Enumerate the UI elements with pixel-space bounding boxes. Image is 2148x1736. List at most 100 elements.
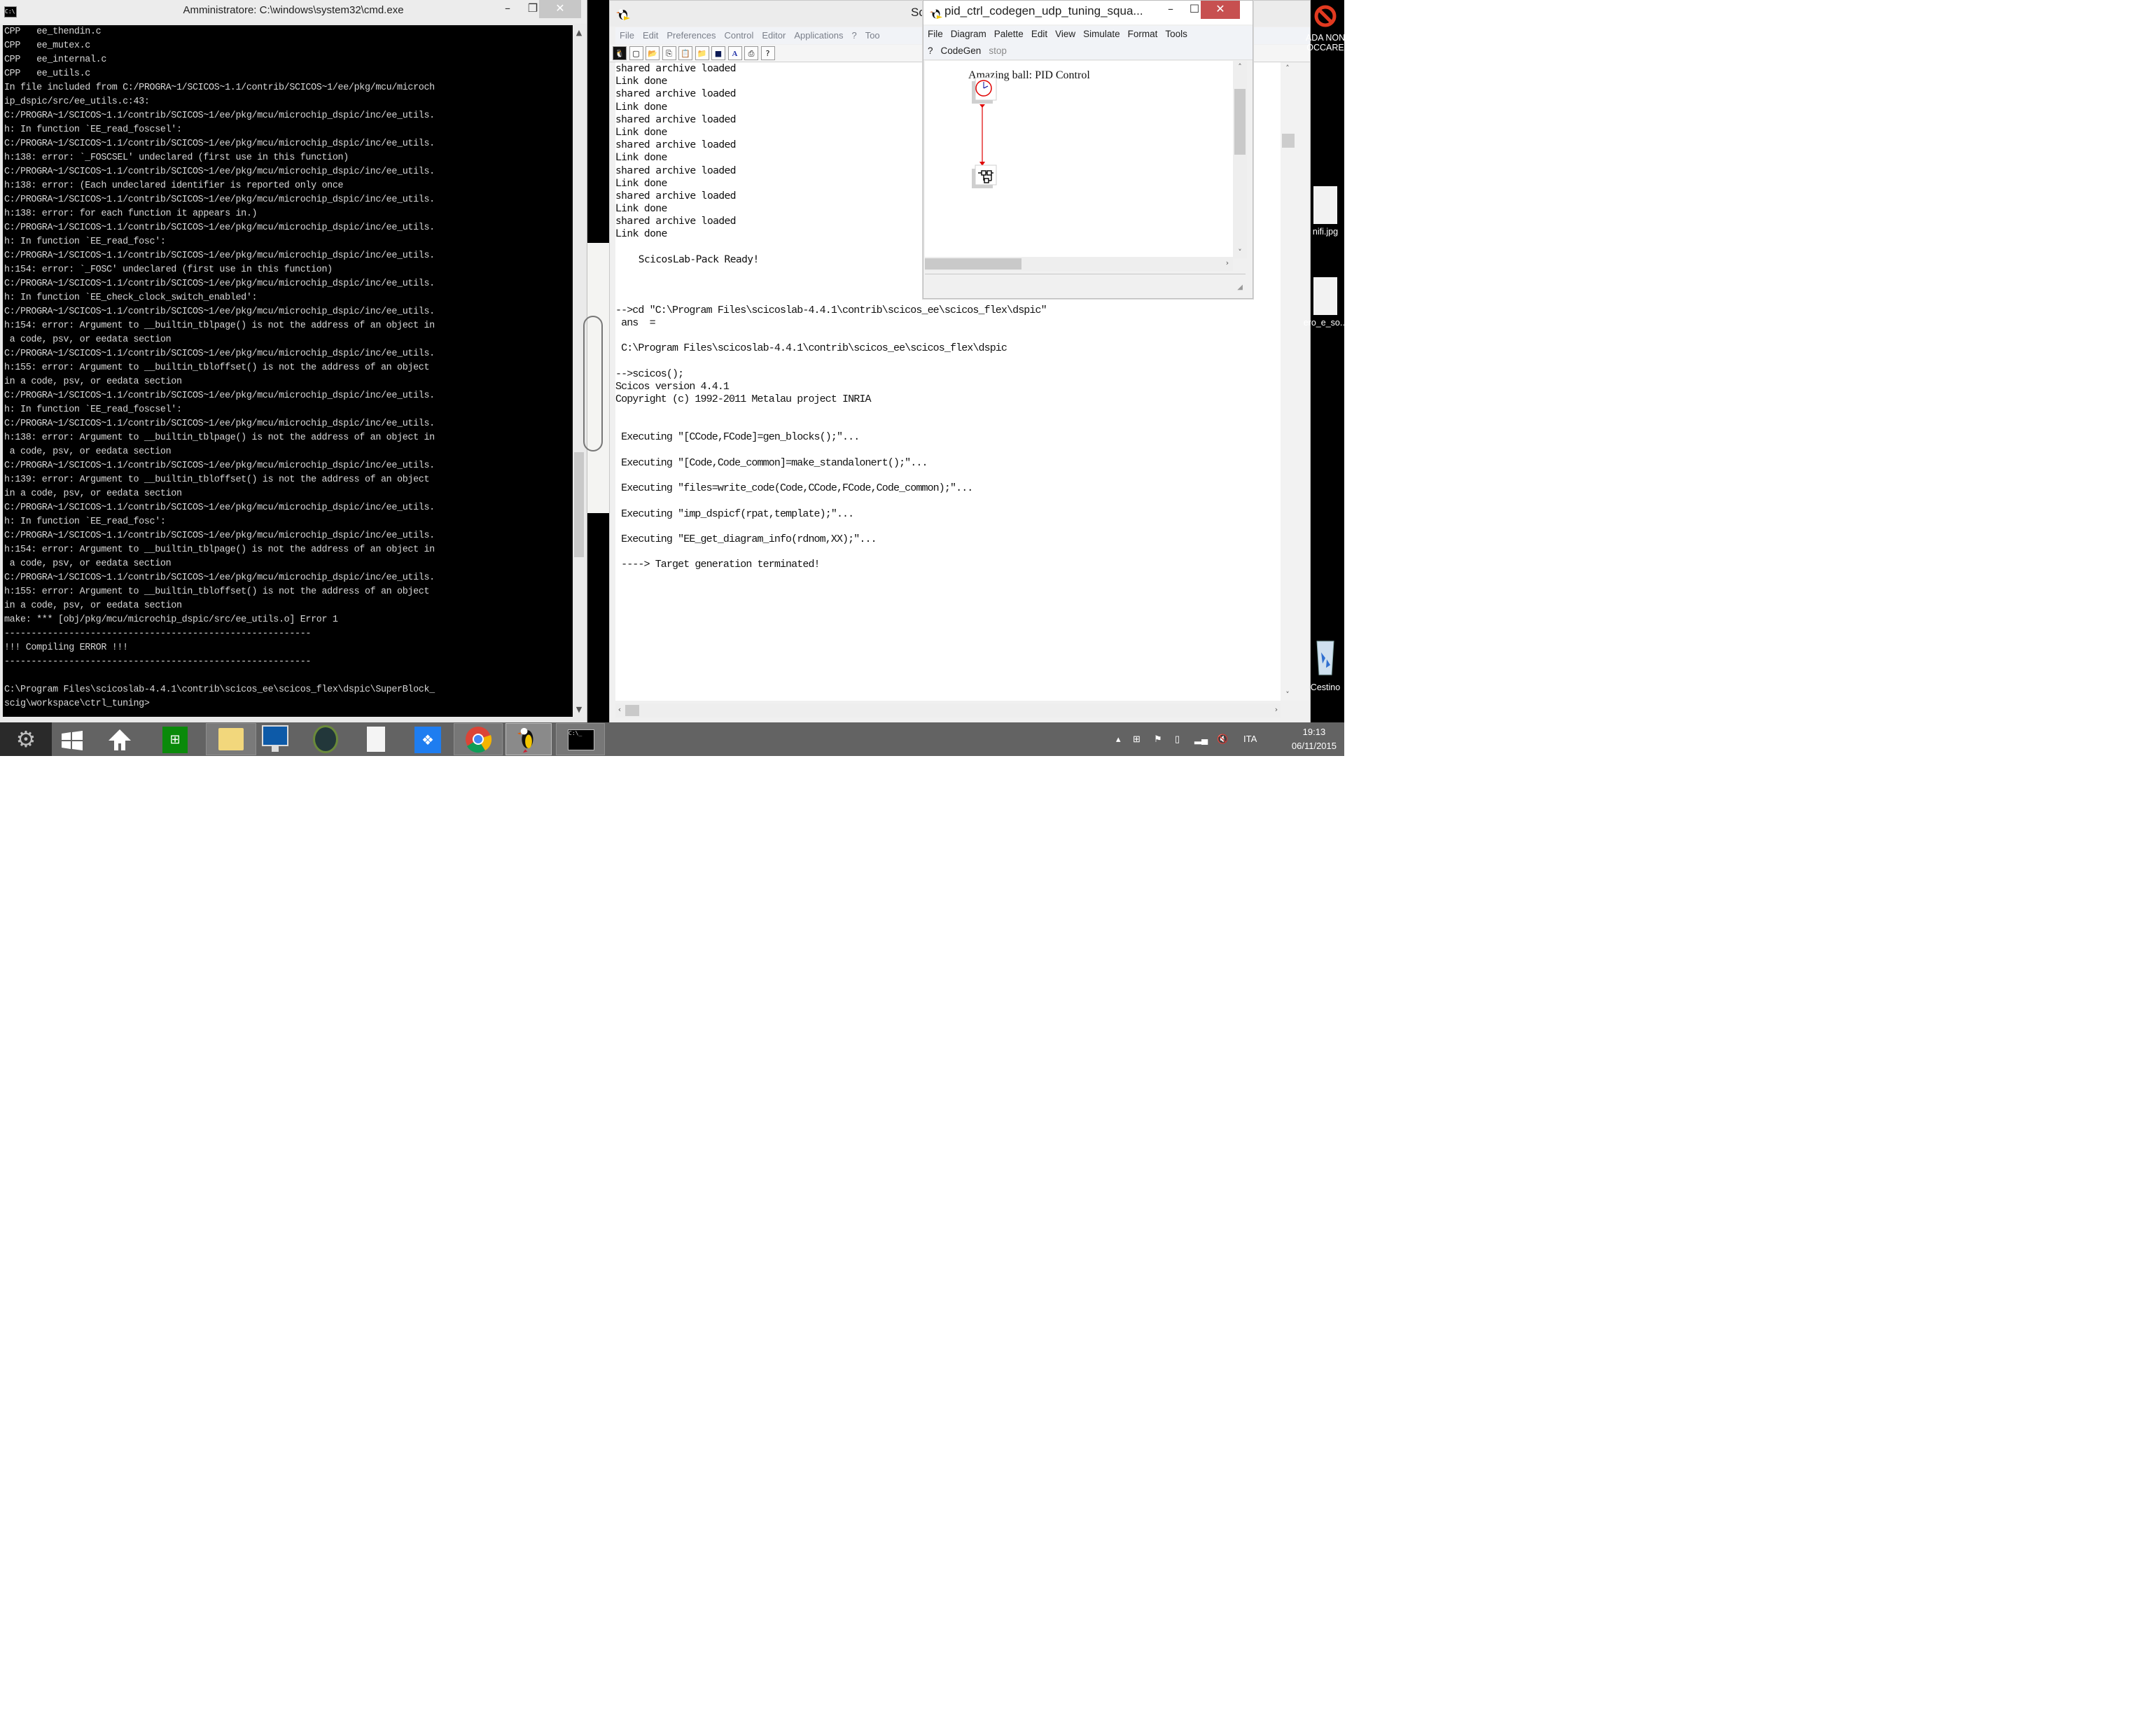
menu-item-format[interactable]: Format	[1124, 26, 1162, 39]
console-line: ----> Target generation terminated!	[615, 559, 820, 571]
new-file-icon: ▢	[632, 49, 640, 58]
menu-item-preferences[interactable]: Preferences	[662, 27, 720, 41]
close-button[interactable]: ✕	[1201, 1, 1240, 19]
open-file-button[interactable]: 📂	[646, 46, 660, 60]
folder-button[interactable]: 📁	[695, 46, 709, 60]
desktop-icon-unifi-jpg[interactable]: nifi.jpg	[1301, 186, 1344, 237]
scicoslab-logo-button[interactable]: 🐧	[613, 46, 627, 60]
scroll-up-icon[interactable]: ˄	[1233, 62, 1247, 71]
console-line: C:\Program Files\scicoslab-4.4.1\contrib…	[4, 685, 435, 695]
monitor-icon	[262, 725, 288, 746]
scicos-diagram-window: pid_ctrl_codegen_udp_tuning_squa... – ☐ …	[923, 0, 1253, 299]
console-button[interactable]: ■	[711, 46, 725, 60]
diagram-drawing	[972, 77, 997, 188]
taskbar-lenovo[interactable]	[262, 725, 288, 753]
scroll-right-icon[interactable]: ›	[1272, 705, 1281, 714]
console-horizontal-scrollbar[interactable]: ‹ ›	[615, 704, 1281, 718]
menu-item-palette[interactable]: Palette	[990, 26, 1027, 39]
scroll-up-icon[interactable]: ▲	[573, 28, 585, 37]
console-line: h:155: error: Argument to __builtin_tblo…	[4, 587, 430, 597]
input-language[interactable]: ITA	[1243, 722, 1257, 756]
taskbar-dropbox[interactable]: ❖	[414, 727, 441, 753]
cmd-console-output[interactable]: CPP ee_thendin.c CPP ee_mutex.c CPP ee_int…	[3, 25, 573, 717]
console-line: -->cd "C:\Program Files\scicoslab-4.4.1\…	[615, 304, 1047, 316]
image-file-icon	[1313, 277, 1337, 315]
menu-item-applications[interactable]: Applications	[790, 27, 847, 41]
scroll-down-icon[interactable]: ˅	[1233, 248, 1247, 257]
puffin-icon	[616, 9, 630, 20]
menu-item-file[interactable]: File	[615, 27, 639, 41]
console-line: ans =	[615, 316, 656, 329]
menu-item-view[interactable]: View	[1051, 26, 1079, 39]
taskbar-scicoslab[interactable]	[505, 723, 552, 755]
console-line: C:/PROGRA~1/SCICOS~1.1/contrib/SCICOS~1/…	[4, 573, 435, 583]
taskbar-chrome[interactable]	[454, 723, 503, 755]
console-line: ----------------------------------------…	[4, 657, 312, 667]
scroll-thumb[interactable]	[1234, 89, 1246, 155]
print-button[interactable]: ⎙	[744, 46, 758, 60]
cmd-title-bar[interactable]: C:\ Amministratore: C:\windows\system32\…	[0, 0, 587, 24]
menu-item-help[interactable]: ?	[923, 43, 937, 56]
scroll-thumb[interactable]	[925, 258, 1021, 270]
battery-icon[interactable]: ▯	[1175, 722, 1180, 756]
taskbar-app-spiral[interactable]	[313, 725, 341, 753]
store-icon: ⊞	[169, 732, 181, 747]
activation-link[interactable]	[979, 104, 985, 166]
taskbar-home[interactable]	[107, 728, 132, 756]
scroll-down-icon[interactable]: ▼	[573, 705, 585, 714]
taskbar-start[interactable]	[60, 729, 85, 756]
menu-item-tools[interactable]: Tools	[1161, 26, 1191, 39]
menu-item-file[interactable]: File	[923, 26, 947, 39]
diagram-status-bar: ◢	[925, 274, 1246, 294]
volume-muted-icon[interactable]: 🔇	[1217, 722, 1228, 756]
copy-button[interactable]: ⎘	[662, 46, 676, 60]
help-icon: ?	[765, 49, 770, 58]
desktop-icon-ero-e-so[interactable]: ero_e_so...	[1301, 277, 1344, 328]
menu-item-editor[interactable]: Editor	[758, 27, 790, 41]
scroll-thumb[interactable]	[1282, 134, 1295, 148]
image-file-icon	[1313, 186, 1337, 224]
taskbar-cmd[interactable]: C:\_	[556, 723, 605, 755]
diagram-title-bar[interactable]: pid_ctrl_codegen_udp_tuning_squa... – ☐ …	[923, 1, 1253, 24]
menu-item-too[interactable]: Too	[861, 27, 884, 41]
taskbar-store[interactable]: ⊞	[162, 727, 188, 753]
scroll-left-icon[interactable]: ‹	[615, 705, 624, 714]
desktop-icon-recycle-bin[interactable]: Cestino	[1301, 638, 1344, 692]
superblock[interactable]	[972, 164, 997, 188]
desktop-screen: C:\ Amministratore: C:\windows\system32\…	[0, 0, 1344, 756]
system-clock[interactable]: 19:13 06/11/2015	[1292, 725, 1337, 753]
new-file-button[interactable]: ▢	[629, 46, 643, 60]
scroll-thumb[interactable]	[574, 452, 584, 557]
flag-icon[interactable]: ⚑	[1154, 722, 1162, 756]
console-vertical-scrollbar[interactable]: ˄ ˅	[1281, 62, 1309, 701]
show-hidden-icons-button[interactable]: ▴	[1116, 722, 1121, 756]
clock-block[interactable]	[972, 77, 997, 104]
menu-item-simulate[interactable]: Simulate	[1079, 26, 1124, 39]
taskbar-settings[interactable]: ⚙	[0, 722, 52, 756]
menu-item-control[interactable]: Control	[720, 27, 758, 41]
resize-grip-icon[interactable]: ◢	[1237, 284, 1243, 291]
scroll-down-icon[interactable]: ˅	[1274, 690, 1302, 699]
desktop-icon-do-not-touch[interactable]: ADA NON OCCARE	[1301, 4, 1344, 52]
taskbar-document[interactable]	[367, 727, 386, 752]
menu-item-codegen[interactable]: CodeGen	[937, 43, 985, 56]
menu-item-help[interactable]: ?	[847, 27, 860, 41]
scroll-thumb[interactable]	[625, 705, 639, 716]
action-center-icon[interactable]: ⊞	[1133, 722, 1141, 756]
paste-button[interactable]: 📋	[678, 46, 692, 60]
taskbar-file-explorer[interactable]	[206, 723, 256, 755]
menu-item-edit[interactable]: Edit	[639, 27, 662, 41]
diagram-horizontal-scrollbar[interactable]: ›	[925, 257, 1233, 271]
scroll-right-icon[interactable]: ›	[1223, 258, 1232, 267]
close-button[interactable]: ✕	[539, 0, 581, 18]
console-line: h:154: error: Argument to __builtin_tblp…	[4, 321, 435, 331]
menu-item-diagram[interactable]: Diagram	[947, 26, 990, 39]
diagram-canvas[interactable]: Amazing ball: PID Control	[925, 61, 1233, 257]
scroll-up-icon[interactable]: ˄	[1274, 64, 1302, 73]
font-button[interactable]: A	[727, 46, 742, 60]
diagram-vertical-scrollbar[interactable]: ˄ ˅	[1233, 61, 1247, 258]
cmd-window: C:\ Amministratore: C:\windows\system32\…	[0, 0, 587, 722]
help-button[interactable]: ?	[760, 46, 775, 60]
menu-item-edit[interactable]: Edit	[1027, 26, 1051, 39]
network-signal-icon[interactable]: ▂▄	[1194, 722, 1208, 756]
